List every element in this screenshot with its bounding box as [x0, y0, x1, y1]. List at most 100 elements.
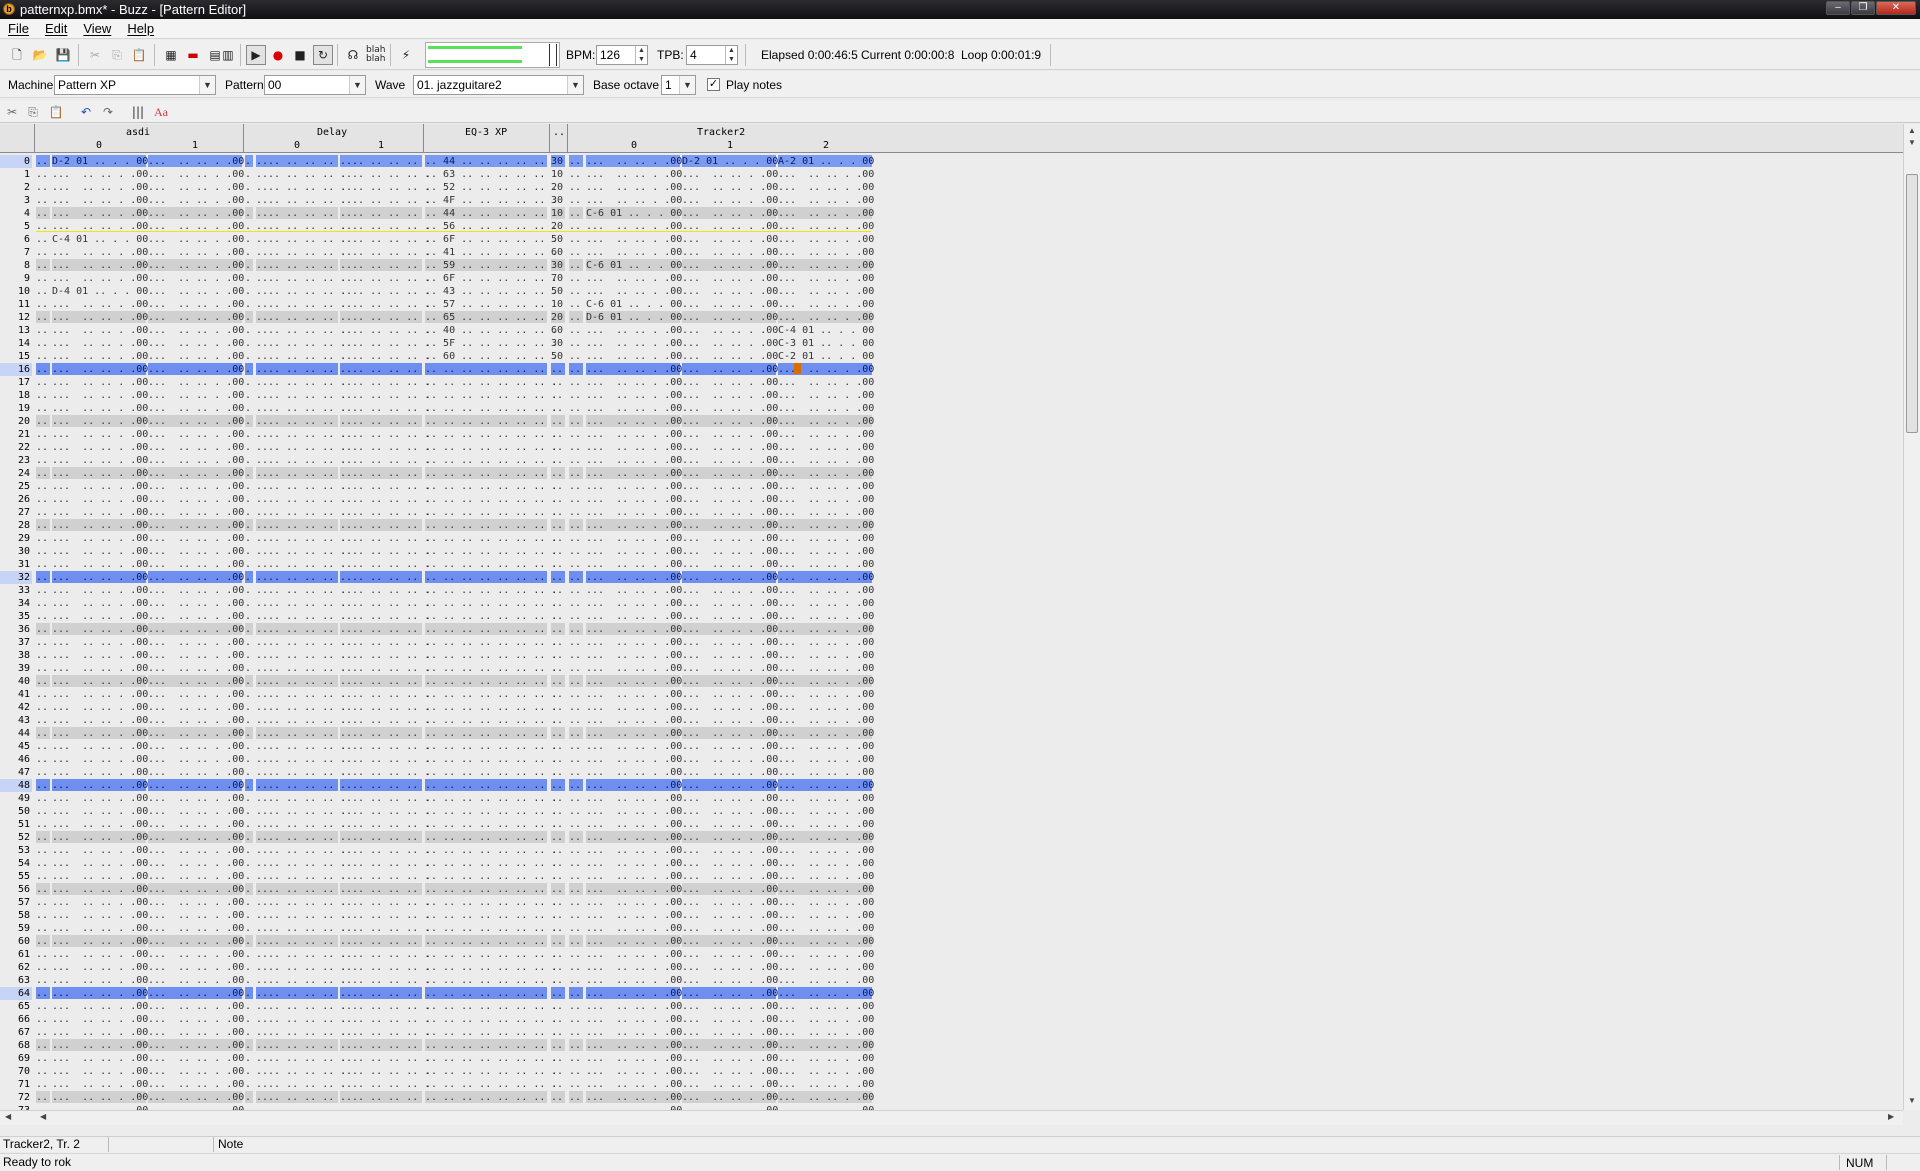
cpu-meter-icon[interactable]: ⚡: [396, 45, 416, 65]
pattern-cell[interactable]: ..: [551, 831, 565, 843]
table-row[interactable]: 47..... .. .. . .00... .. .. . .00..... …: [0, 766, 1900, 779]
pattern-cell[interactable]: .: [245, 168, 253, 180]
pattern-cell[interactable]: .. .. .. .. .. .. .. .: [425, 766, 557, 778]
pattern-cell[interactable]: ... .. .. . .00: [148, 922, 244, 934]
pattern-cell[interactable]: ..: [36, 415, 50, 427]
pattern-cell[interactable]: ..: [36, 389, 50, 401]
pattern-cell[interactable]: ... .. .. . .00: [148, 1052, 244, 1064]
pattern-cell[interactable]: ... .. .. . .00: [586, 428, 682, 440]
pattern-cell[interactable]: ... .. .. . .00: [778, 688, 874, 700]
pattern-cell[interactable]: .. .. .. .. .. .. .. .: [425, 753, 557, 765]
pattern-cell[interactable]: ... .. .. . .00: [778, 428, 874, 440]
pattern-cell[interactable]: ..: [569, 519, 583, 531]
pattern-cell[interactable]: ..: [36, 675, 50, 687]
pattern-cell[interactable]: ... .. .. . .00: [148, 272, 244, 284]
pattern-cell[interactable]: ... .. .. . .00: [148, 909, 244, 921]
pattern-cell[interactable]: ... .. .. . .00: [682, 688, 778, 700]
pattern-cell[interactable]: ... .. .. . .00: [778, 454, 874, 466]
pattern-cell[interactable]: .: [245, 610, 253, 622]
pattern-cell[interactable]: .. .. .. .. .. .. .. .: [425, 545, 557, 557]
pattern-cell[interactable]: .... .. .. .. .: [256, 1039, 346, 1051]
pattern-cell[interactable]: 70: [551, 272, 565, 284]
pattern-cell[interactable]: .. .. .. .. .. .. .. .: [425, 818, 557, 830]
pattern-cell[interactable]: ... .. .. . .00: [148, 1026, 244, 1038]
pattern-cell[interactable]: .... .. .. .. .: [340, 1091, 430, 1103]
pattern-cell[interactable]: ... .. .. . .00: [148, 935, 244, 947]
pattern-cell[interactable]: .. .. .. .. .. .. .. .: [425, 1039, 557, 1051]
pattern-cell[interactable]: ..: [569, 909, 583, 921]
pattern-cell[interactable]: .: [245, 740, 253, 752]
pattern-cell[interactable]: .: [245, 1026, 253, 1038]
pattern-cell[interactable]: .... .. .. .. .: [256, 870, 346, 882]
pattern-cell[interactable]: .: [245, 688, 253, 700]
pattern-cell[interactable]: ..: [569, 818, 583, 830]
pattern-cell[interactable]: ... .. .. . .00: [682, 532, 778, 544]
loop-icon[interactable]: ↻: [313, 45, 333, 65]
pattern-cell[interactable]: .... .. .. .. .: [340, 376, 430, 388]
pattern-cell[interactable]: ... .. .. . .00: [682, 168, 778, 180]
pattern-cell[interactable]: ... .. .. . .00: [52, 714, 148, 726]
pattern-cell[interactable]: .: [245, 1091, 253, 1103]
pattern-cell[interactable]: .... .. .. .. .: [256, 506, 346, 518]
pattern-cell[interactable]: ..: [36, 259, 50, 271]
pattern-cell[interactable]: ... .. .. . .00: [778, 285, 874, 297]
pattern-cell[interactable]: .. .. .. .. .. .. .. .: [425, 740, 557, 752]
pattern-cell[interactable]: ..: [569, 402, 583, 414]
table-row[interactable]: 27..... .. .. . .00... .. .. . .00..... …: [0, 506, 1900, 519]
pattern-cell[interactable]: ... .. .. . .00: [682, 610, 778, 622]
pattern-cell[interactable]: ... .. .. . .00: [586, 701, 682, 713]
pattern-cell[interactable]: ... .. .. . .00: [586, 870, 682, 882]
pattern-cell[interactable]: .. 57 .. .. .. .. .. .: [425, 298, 557, 310]
copy-icon[interactable]: ⎘: [24, 104, 42, 120]
pattern-cell[interactable]: .... .. .. .. .: [256, 597, 346, 609]
pattern-cell[interactable]: .... .. .. .. .: [340, 1000, 430, 1012]
pattern-cell[interactable]: ... .. .. . .00: [148, 493, 244, 505]
pattern-cell[interactable]: .... .. .. .. .: [256, 1065, 346, 1077]
pattern-cell[interactable]: ..: [36, 1052, 50, 1064]
pattern-cell[interactable]: ... .. .. . .00: [586, 324, 682, 336]
pattern-cell[interactable]: 50: [551, 285, 565, 297]
table-row[interactable]: 31..... .. .. . .00... .. .. . .00..... …: [0, 558, 1900, 571]
pattern-cell[interactable]: .: [245, 922, 253, 934]
pattern-cell[interactable]: .... .. .. .. .: [340, 636, 430, 648]
pattern-cell[interactable]: ..: [36, 350, 50, 362]
pattern-cell[interactable]: .... .. .. .. .: [340, 922, 430, 934]
pattern-cell[interactable]: ..: [569, 298, 583, 310]
pattern-cell[interactable]: .... .. .. .. .: [340, 545, 430, 557]
pattern-cell[interactable]: ... .. .. . .00: [682, 857, 778, 869]
pattern-cell[interactable]: ..: [569, 636, 583, 648]
pattern-cell[interactable]: ... .. .. . .00: [682, 662, 778, 674]
pattern-cell[interactable]: ... .. .. . .00: [52, 1065, 148, 1077]
pattern-cell[interactable]: ... .. .. . .00: [586, 350, 682, 362]
pattern-cell[interactable]: ... .. .. . .00: [682, 714, 778, 726]
pattern-cell[interactable]: ... .. .. . .00: [778, 675, 874, 687]
pattern-cell[interactable]: .: [245, 935, 253, 947]
pattern-cell[interactable]: ..: [551, 558, 565, 570]
pattern-cell[interactable]: D-2 01 .. . . 00: [52, 155, 148, 167]
pattern-cell[interactable]: ..: [551, 961, 565, 973]
pattern-cell[interactable]: ... .. .. . .00: [586, 714, 682, 726]
pattern-cell[interactable]: ... .. .. . .00: [52, 324, 148, 336]
pattern-cell[interactable]: ..: [551, 688, 565, 700]
pattern-cell[interactable]: .... .. .. .. .: [256, 376, 346, 388]
pattern-cell[interactable]: ..: [569, 935, 583, 947]
pattern-cell[interactable]: .. .. .. .. .. .. .. .: [425, 441, 557, 453]
pattern-cell[interactable]: ... .. .. . .00: [778, 558, 874, 570]
pattern-cell[interactable]: .. .. .. .. .. .. .. .: [425, 792, 557, 804]
table-row[interactable]: 16..... .. .. . .00... .. .. . .00..... …: [0, 363, 1900, 376]
pattern-cell[interactable]: ..: [551, 1065, 565, 1077]
pattern-cell[interactable]: ..: [569, 649, 583, 661]
pattern-cell[interactable]: .: [245, 155, 253, 167]
pattern-cell[interactable]: ... .. .. . .00: [52, 623, 148, 635]
pattern-cell[interactable]: .... .. .. .. .: [256, 727, 346, 739]
pattern-cell[interactable]: ... .. .. . .00: [778, 987, 874, 999]
pattern-cell[interactable]: ... .. .. . .00: [778, 311, 874, 323]
pattern-cell[interactable]: ... .. .. . .00: [52, 519, 148, 531]
pattern-cell[interactable]: ... .. .. . .00: [778, 714, 874, 726]
pattern-cell[interactable]: .. 43 .. .. .. .. .. .: [425, 285, 557, 297]
pattern-cell[interactable]: ... .. .. . .00: [682, 558, 778, 570]
pattern-cell[interactable]: ... .. .. . .00: [586, 415, 682, 427]
pattern-cell[interactable]: .. .. .. .. .. .. .. .: [425, 727, 557, 739]
pattern-cell[interactable]: 20: [551, 181, 565, 193]
pattern-cell[interactable]: ..: [569, 1039, 583, 1051]
